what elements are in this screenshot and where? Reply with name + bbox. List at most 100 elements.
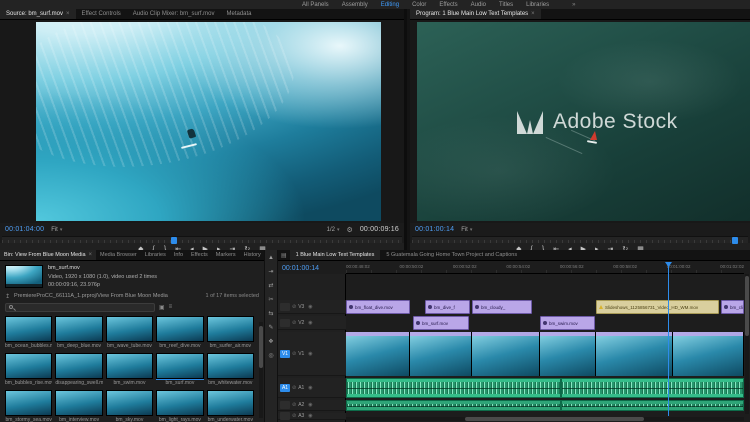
bin-item-thumbnail[interactable] [5, 316, 52, 342]
program-zoom-select[interactable]: Fit▾ [461, 227, 472, 233]
track-output-icon[interactable]: ◉ [308, 304, 312, 310]
bin-item-thumbnail[interactable] [55, 353, 102, 379]
project-panel-tab[interactable]: Bin: View From Blue Moon Media × [0, 250, 96, 260]
video-track-header[interactable]: V1 ⊘ V1 ◉ [278, 332, 346, 376]
workspace-tab[interactable]: Titles [499, 2, 513, 8]
track-lock-icon[interactable]: ⊘ [292, 320, 296, 326]
audio-track-header[interactable]: ⊘ A2 ◉ [278, 400, 346, 411]
video-clip[interactable]: bm_cliff.mov [721, 300, 744, 314]
bin-item-thumbnail[interactable] [55, 390, 102, 416]
source-patch[interactable] [280, 401, 290, 409]
source-patch[interactable] [280, 319, 290, 327]
pen-tool[interactable]: ✎ [268, 324, 273, 331]
audio-clip[interactable] [346, 378, 561, 398]
source-panel-tab[interactable]: Effect Controls [76, 9, 127, 19]
project-panel-tab[interactable]: Info [170, 250, 187, 260]
video-clip[interactable]: bm_cloudy_ [472, 300, 532, 314]
video-clip-filmstrip[interactable] [346, 332, 410, 376]
video-clip-filmstrip[interactable] [410, 332, 472, 376]
workspace-tab[interactable]: Assembly [342, 2, 368, 8]
video-track-header[interactable]: ⊘ V3 ◉ [278, 300, 346, 314]
track-mute-icon[interactable]: ◉ [308, 413, 312, 419]
video-clip[interactable]: bm_float_dive.mov [346, 300, 410, 314]
bin-item-thumbnail[interactable] [207, 316, 254, 342]
source-video-frame[interactable] [36, 22, 381, 221]
source-playhead[interactable] [171, 237, 177, 244]
source-panel-tab[interactable]: Audio Clip Mixer: bm_surf.mov [127, 9, 221, 19]
bin-item-thumbnail[interactable] [106, 353, 153, 379]
project-panel-tab[interactable]: Effects [187, 250, 212, 260]
video-clip-filmstrip[interactable] [673, 332, 744, 376]
source-patch[interactable]: A1 [280, 384, 290, 392]
search-input[interactable] [16, 304, 151, 310]
razor-tool[interactable]: ✂ [268, 296, 273, 303]
source-panel-tab[interactable]: Metadata [221, 9, 258, 19]
close-icon[interactable]: × [89, 252, 93, 258]
track-lock-icon[interactable]: ⊘ [292, 351, 296, 357]
selection-tool[interactable]: ▲ [268, 255, 274, 261]
source-resolution-select[interactable]: 1/2▾ [327, 227, 340, 233]
bin-item-thumbnail[interactable] [156, 390, 203, 416]
track-select-tool[interactable]: ⇥ [268, 268, 273, 275]
bin-item-thumbnail[interactable] [156, 353, 203, 379]
video-clip[interactable]: Slideshows_1125856731_Video_HD_WM.mov [596, 300, 719, 314]
video-clip-filmstrip[interactable] [596, 332, 673, 376]
bin-item-thumbnail[interactable] [106, 390, 153, 416]
bin-item[interactable]: bm_interview.mov [55, 390, 102, 422]
bin-item-thumbnail[interactable] [207, 353, 254, 379]
parent-bin-icon[interactable]: ↥ [5, 293, 10, 300]
project-panel-tab[interactable]: Media Browser [96, 250, 141, 260]
bin-item[interactable]: bm_deep_blue.mov [55, 316, 102, 350]
video-clip[interactable]: bm_dive_f [425, 300, 470, 314]
ripple-edit-tool[interactable]: ⇄ [268, 282, 273, 289]
bin-item-thumbnail[interactable] [5, 390, 52, 416]
workspace-overflow-icon[interactable]: » [572, 2, 575, 8]
bin-item[interactable]: bm_underwater.mov [207, 390, 254, 422]
project-panel-tab[interactable]: Libraries [141, 250, 170, 260]
bin-item[interactable]: bm_bubbles_rise.mov [5, 353, 52, 387]
bin-item[interactable]: bm_sky.mov [106, 390, 153, 422]
program-panel-tab[interactable]: Program: 1 Blue Main Low Text Templates … [410, 9, 541, 19]
zoom-tool[interactable]: ◎ [268, 352, 273, 359]
program-playhead[interactable] [732, 237, 738, 244]
workspace-tab[interactable]: All Panels [302, 2, 329, 8]
filter-icon[interactable]: ▣ [159, 304, 165, 311]
source-panel-tab[interactable]: Source: bm_surf.mov × [0, 9, 76, 19]
timeline-timecode[interactable]: 00:01:00:14 [282, 265, 319, 272]
video-clip-filmstrip[interactable] [540, 332, 596, 376]
workspace-tab[interactable]: Libraries [526, 2, 549, 8]
bin-item-thumbnail[interactable] [156, 316, 203, 342]
close-icon[interactable]: × [66, 11, 70, 17]
track-mute-icon[interactable]: ◉ [308, 385, 312, 391]
source-zoom-select[interactable]: Fit▾ [51, 227, 62, 233]
workspace-tab[interactable]: Effects [439, 2, 457, 8]
video-track-header[interactable]: ⊘ V2 ◉ [278, 316, 346, 330]
source-patch[interactable]: V1 [280, 350, 290, 358]
bin-item-thumbnail[interactable] [55, 316, 102, 342]
timeline-vertical-scrollbar[interactable] [745, 274, 749, 414]
program-scrubber[interactable] [412, 236, 748, 243]
close-icon[interactable]: × [531, 11, 535, 17]
workspace-tab[interactable]: Audio [471, 2, 486, 8]
video-clip-filmstrip[interactable] [472, 332, 540, 376]
audio-track-header[interactable]: ⊘ A3 ◉ [278, 413, 346, 420]
timeline-playhead[interactable] [668, 262, 669, 416]
bin-item[interactable]: disappearing_swell.mov [55, 353, 102, 387]
track-lock-icon[interactable]: ⊘ [292, 385, 296, 391]
workspace-tab[interactable]: Color [412, 2, 426, 8]
project-panel-tab[interactable]: History [240, 250, 264, 260]
track-mute-icon[interactable]: ◉ [308, 402, 312, 408]
audio-clip[interactable] [561, 378, 744, 398]
bin-item[interactable]: bm_light_rays.mov [156, 390, 203, 422]
slip-tool[interactable]: ⇆ [268, 310, 273, 317]
timeline-tab[interactable]: 5 Guatemala Going Home Town Project and … [380, 250, 523, 260]
track-lock-icon[interactable]: ⊘ [292, 402, 296, 408]
bin-item-thumbnail[interactable] [207, 390, 254, 416]
preview-thumbnail[interactable] [5, 265, 43, 288]
bin-item-thumbnail[interactable] [5, 353, 52, 379]
project-scrollbar[interactable] [259, 322, 263, 418]
track-lock-icon[interactable]: ⊘ [292, 304, 296, 310]
bin-item[interactable]: bm_swim.mov [106, 353, 153, 387]
bin-item[interactable]: bm_surf.mov [156, 353, 203, 387]
timeline-tracks-area[interactable]: bm_float_dive.mov bm_dive_f bm_cloudy_ S… [346, 274, 744, 416]
